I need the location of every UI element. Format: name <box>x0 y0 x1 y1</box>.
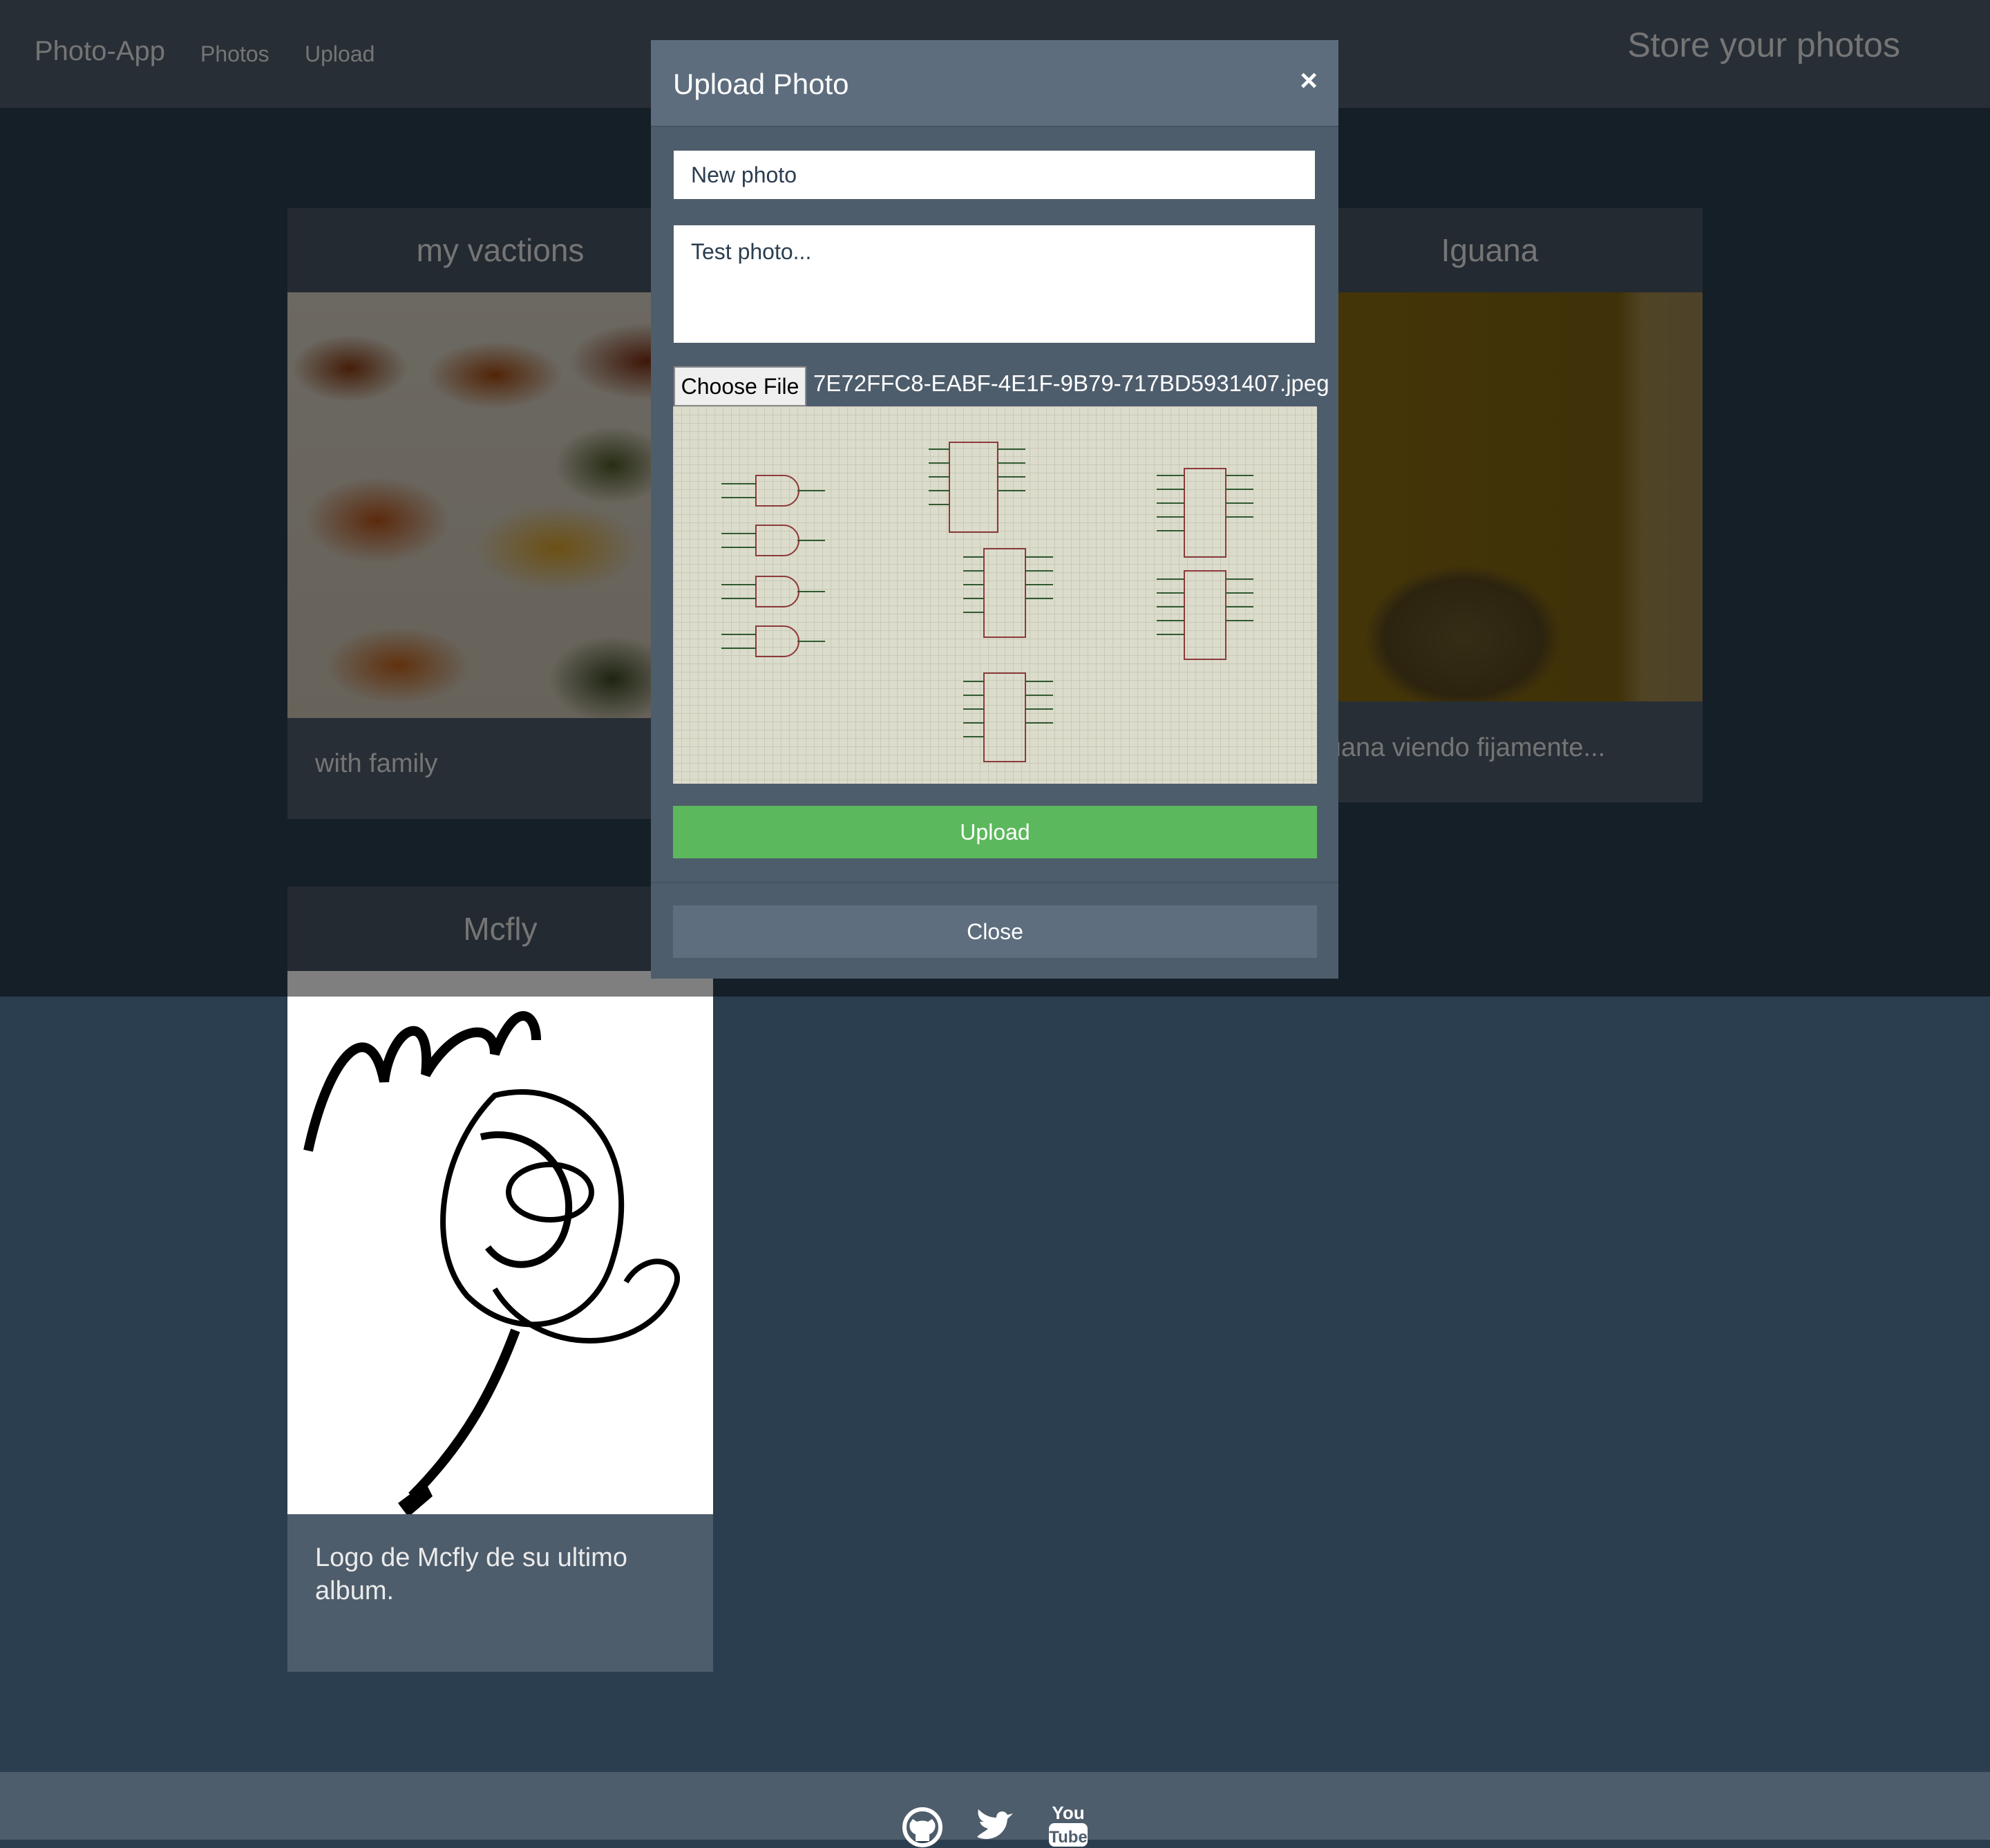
circuit-schematic-image <box>721 442 1253 762</box>
selected-file-name: 7E72FFC8-EABF-4E1F-9B79-717BD5931407.jpe… <box>813 370 1329 396</box>
close-button[interactable]: Close <box>673 905 1317 958</box>
youtube-icon-text-bottom: Tube <box>1049 1828 1088 1847</box>
youtube-icon-text-top: You <box>1052 1802 1084 1823</box>
upload-button[interactable]: Upload <box>673 806 1317 858</box>
image-preview <box>673 406 1317 784</box>
photo-card-description: Logo de Mcfly de su ultimo album. <box>315 1543 628 1605</box>
github-icon[interactable] <box>902 1807 943 1848</box>
upload-modal: Upload Photo × New photo Test photo... C… <box>651 40 1338 979</box>
twitter-icon[interactable] <box>974 1807 1016 1848</box>
photo-title-input[interactable]: New photo <box>674 151 1315 199</box>
choose-file-button[interactable]: Choose File <box>674 366 806 406</box>
photo-card: Mcfly Logo de Mcfly de su ultimo album. <box>287 887 713 1672</box>
photo-description-textarea[interactable]: Test photo... <box>674 225 1315 343</box>
mcfly-logo-illustration <box>303 1011 680 1514</box>
modal-header: Upload Photo × <box>651 40 1338 127</box>
modal-title: Upload Photo <box>673 68 849 100</box>
youtube-icon[interactable]: You Tube <box>1048 1800 1089 1848</box>
photo-image <box>287 971 713 1514</box>
close-icon[interactable]: × <box>1300 64 1318 98</box>
modal-footer: Close <box>651 882 1338 980</box>
footer: You Tube <box>0 1772 1990 1847</box>
